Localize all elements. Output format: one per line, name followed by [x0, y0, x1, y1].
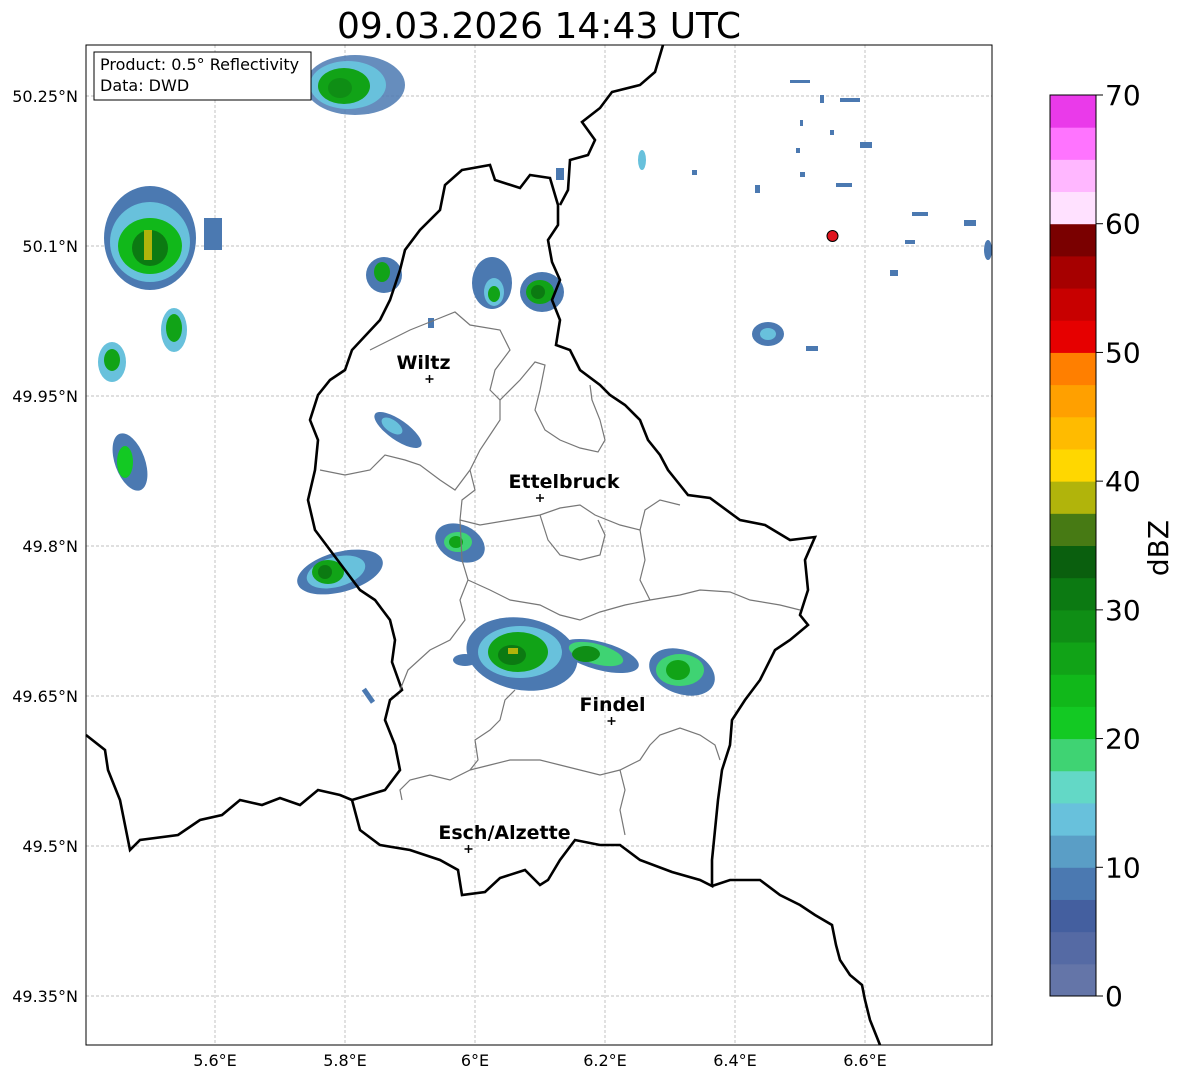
city-label: Ettelbruck [509, 471, 620, 493]
colorbar-swatch [1050, 416, 1096, 450]
colorbar-swatch [1050, 191, 1096, 225]
colorbar-tick-label: 50 [1105, 336, 1141, 369]
colorbar-swatch [1050, 642, 1096, 675]
latitude-tick-labels: 50.25°N 50.1°N 49.95°N 49.8°N 49.65°N 49.5°N 4… [12, 87, 78, 1006]
lat-tick-label: 49.5°N [22, 837, 78, 856]
colorbar-swatch [1050, 95, 1096, 128]
colorbar-tick-label: 30 [1105, 594, 1141, 627]
lon-tick-label: 5.8°E [323, 1051, 367, 1070]
map-panel: Wiltz Ettelbruck Findel Esch/Alzette Produc… [85, 44, 993, 1046]
colorbar: 0 10 20 30 40 50 60 70 dBZ [1049, 79, 1175, 1013]
colorbar-tick-label: 20 [1105, 723, 1141, 756]
colorbar-swatch [1050, 835, 1096, 868]
colorbar-tick-label: 40 [1105, 465, 1141, 498]
lat-tick-label: 50.1°N [22, 237, 78, 256]
colorbar-swatch [1050, 609, 1096, 643]
info-box: Product: 0.5° Reflectivity Data: DWD [93, 51, 312, 101]
colorbar-tick-label: 60 [1105, 208, 1141, 241]
longitude-tick-labels: 5.6°E 5.8°E 6°E 6.2°E 6.4°E 6.6°E [193, 1051, 887, 1070]
colorbar-swatch [1050, 770, 1096, 804]
colorbar-swatch [1050, 706, 1096, 740]
info-product-text: Product: 0.5° Reflectivity [100, 55, 299, 74]
colorbar-unit-label: dBZ [1142, 520, 1175, 576]
lat-tick-label: 49.95°N [12, 387, 78, 406]
radar-site-marker [826, 230, 839, 242]
colorbar-swatch [1050, 802, 1096, 836]
colorbar-swatch [1050, 577, 1096, 611]
lat-tick-label: 50.25°N [12, 87, 78, 106]
colorbar-swatch [1050, 963, 1096, 997]
radar-figure: 09.03.2026 14:43 UTC WiltzEttelbruckFind… [12, 6, 1175, 1070]
city-label: Wiltz [396, 352, 450, 374]
lon-tick-label: 6.4°E [713, 1051, 757, 1070]
colorbar-swatch [1050, 513, 1096, 546]
colorbar-tick-labels: 0 10 20 30 40 50 60 70 [1096, 79, 1141, 1013]
colorbar-swatch [1050, 448, 1096, 482]
colorbar-swatch [1050, 674, 1096, 707]
colorbar-tick-label: 10 [1105, 851, 1141, 884]
colorbar-tick-label: 70 [1105, 79, 1141, 112]
colorbar-swatch [1050, 867, 1096, 900]
city-label: Findel [579, 694, 645, 716]
colorbar-swatch [1050, 899, 1096, 933]
colorbar-swatch [1050, 931, 1096, 965]
colorbar-swatch [1050, 127, 1096, 160]
lon-tick-label: 6.2°E [583, 1051, 627, 1070]
colorbar-swatch [1050, 738, 1096, 772]
colorbar-swatch [1050, 384, 1096, 418]
lat-tick-label: 49.35°N [12, 987, 78, 1006]
colorbar-swatch [1050, 255, 1096, 289]
lat-tick-label: 49.65°N [12, 687, 78, 706]
echo-cell [161, 308, 187, 352]
colorbar-tick-label: 0 [1105, 980, 1123, 1013]
colorbar-swatch [1050, 352, 1096, 386]
map-title: 09.03.2026 14:43 UTC [337, 6, 741, 47]
lon-tick-label: 6.6°E [843, 1051, 887, 1070]
info-data-text: Data: DWD [100, 76, 189, 95]
city-label: Esch/Alzette [438, 822, 570, 844]
colorbar-swatch [1050, 320, 1096, 353]
colorbar-swatch [1050, 545, 1096, 579]
echo-cell [366, 257, 402, 293]
lon-tick-label: 5.6°E [193, 1051, 237, 1070]
colorbar-swatch [1050, 288, 1096, 321]
colorbar-swatch [1050, 223, 1096, 257]
echo-cell [305, 55, 405, 115]
colorbar-swatch [1050, 481, 1096, 514]
colorbar-swatch [1050, 159, 1096, 193]
colorbar-swatches [1050, 95, 1096, 997]
map-background [86, 45, 992, 1045]
lat-tick-label: 49.8°N [22, 537, 78, 556]
echo-cell [98, 342, 126, 382]
lon-tick-label: 6°E [461, 1051, 489, 1070]
